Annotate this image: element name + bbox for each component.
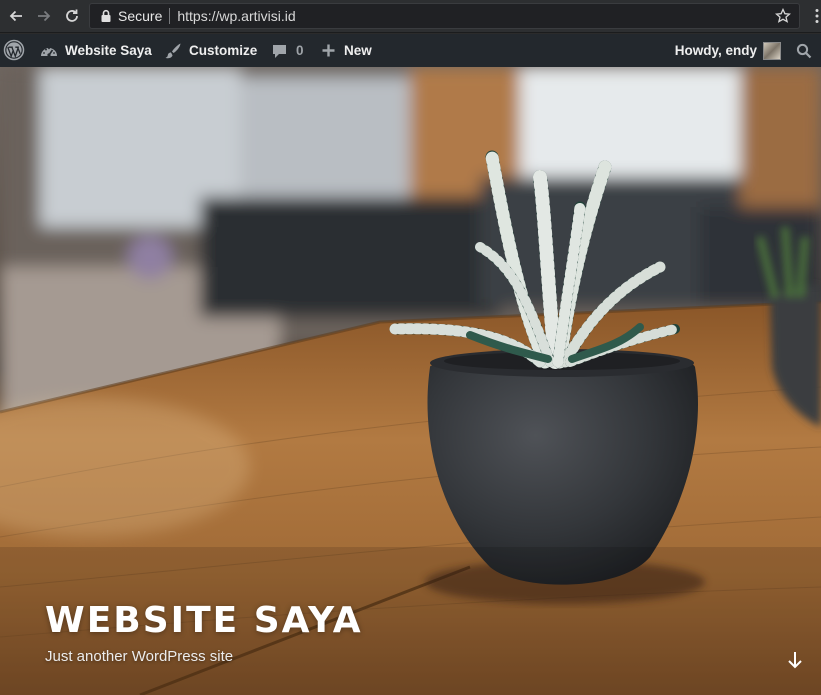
reload-button[interactable] <box>60 4 84 28</box>
howdy-label: Howdy, endy <box>674 43 757 58</box>
secure-label: Secure <box>118 8 163 24</box>
customize-link[interactable]: Customize <box>164 34 257 67</box>
site-tagline: Just another WordPress site <box>45 648 234 665</box>
browser-menu-icon[interactable] <box>815 8 819 24</box>
paintbrush-icon <box>164 42 182 60</box>
reload-icon <box>66 9 78 22</box>
address-bar[interactable]: Secure https://wp.artivisi.id <box>89 3 800 29</box>
comment-bubble-icon <box>271 43 288 59</box>
omnibox-divider <box>169 8 171 24</box>
site-title[interactable]: WEBSITE SAYA <box>45 600 363 641</box>
new-content-menu[interactable]: New <box>321 34 372 67</box>
comments-link[interactable]: 0 <box>271 34 304 67</box>
comments-count: 0 <box>296 43 304 58</box>
avatar <box>763 41 781 60</box>
lock-icon <box>101 9 111 22</box>
wordpress-logo-icon[interactable] <box>3 39 25 61</box>
customize-label: Customize <box>189 43 258 58</box>
dashboard-gauge-icon <box>40 43 58 59</box>
new-label: New <box>344 43 372 58</box>
back-button[interactable] <box>4 4 28 28</box>
browser-toolbar: Secure https://wp.artivisi.id <box>0 0 821 33</box>
arrow-left-icon <box>9 10 22 22</box>
arrow-right-icon <box>38 10 51 22</box>
arrow-down-icon[interactable] <box>786 650 804 670</box>
my-account-menu[interactable]: Howdy, endy <box>675 34 781 67</box>
url-text[interactable]: https://wp.artivisi.id <box>177 8 295 24</box>
site-name-label: Website Saya <box>65 43 152 58</box>
wp-admin-bar: Website Saya Customize 0 New Howdy, endy <box>0 34 821 67</box>
custom-header: WEBSITE SAYA Just another WordPress site <box>0 67 821 695</box>
search-icon[interactable] <box>796 43 812 59</box>
bookmark-star-icon[interactable] <box>775 8 791 24</box>
site-name-menu[interactable]: Website Saya <box>40 34 152 67</box>
forward-button[interactable] <box>32 4 56 28</box>
plus-icon <box>321 43 336 58</box>
